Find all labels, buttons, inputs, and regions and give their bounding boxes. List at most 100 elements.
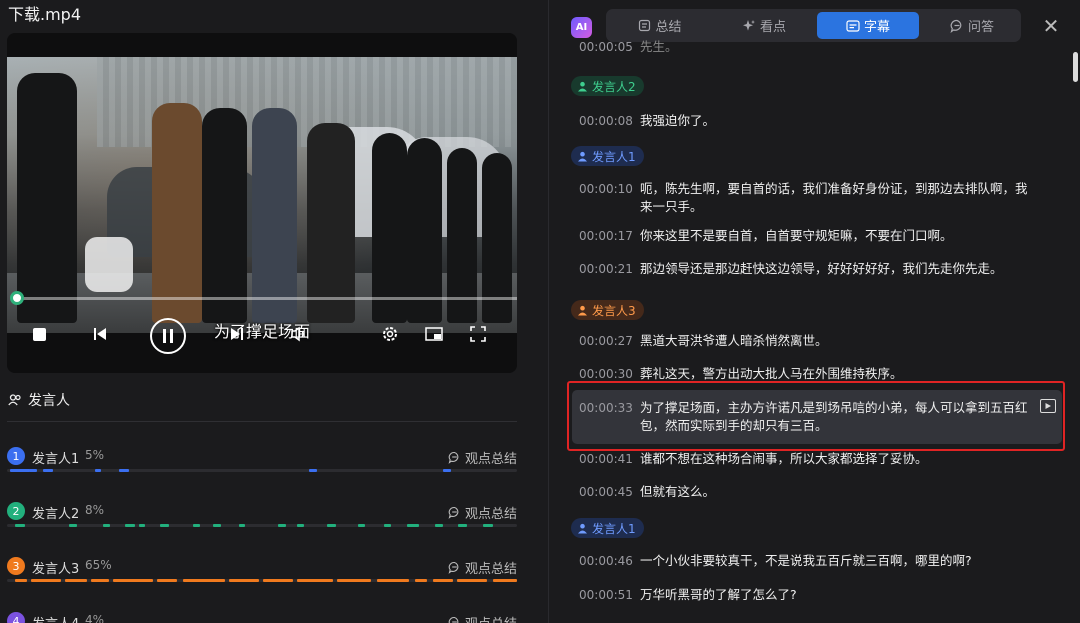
speaker-tag[interactable]: 发言人3: [571, 300, 644, 320]
tab-highlights[interactable]: 看点: [713, 12, 815, 39]
speaker-row[interactable]: 2 发言人2 8% 观点总结: [7, 502, 517, 542]
people-icon: [8, 394, 21, 406]
timeline-segment: [407, 524, 419, 527]
speaker-percentage: 8%: [85, 503, 105, 517]
skip-forward-icon: [231, 328, 243, 340]
line-timestamp: 00:00:30: [579, 367, 633, 381]
video-frame: [7, 57, 517, 333]
tab-qa-label: 问答: [967, 20, 994, 35]
timeline-segment: [31, 579, 61, 582]
speaker-row[interactable]: 4 发言人4 4% 观点总结: [7, 612, 517, 623]
speaker-row[interactable]: 3 发言人3 65% 观点总结: [7, 557, 517, 597]
speaker-number-badge: 1: [7, 447, 25, 465]
timeline-segment: [384, 524, 391, 527]
timeline-segment: [29, 469, 37, 472]
volume-button[interactable]: [288, 323, 310, 345]
divider: [7, 421, 517, 422]
speakers-heading: 发言人: [8, 390, 70, 410]
speaker-tag[interactable]: 发言人1: [571, 146, 644, 166]
line-text: 万华听黑哥的了解了怎么了?: [640, 587, 797, 602]
speaker-row[interactable]: 1 发言人1 5% 观点总结: [7, 447, 517, 487]
line-text: 你来这里不是要自首，自首要守规矩嘛，不要在门口啊。: [640, 228, 953, 243]
progress-handle[interactable]: [10, 291, 24, 305]
chat-icon: [448, 506, 459, 519]
next-button[interactable]: [226, 323, 248, 345]
play-sentence-button[interactable]: [1040, 399, 1056, 413]
speaker-number-badge: 4: [7, 612, 25, 623]
close-button[interactable]: ✕: [1041, 14, 1061, 38]
picture-in-picture-icon: [425, 327, 443, 341]
timeline-segment: [119, 469, 129, 472]
speaker-timeline: [7, 524, 517, 527]
timeline-segment: [297, 524, 304, 527]
timeline-segment: [113, 579, 153, 582]
speaker-number-badge: 2: [7, 502, 25, 520]
tab-subtitles-label: 字幕: [863, 20, 890, 35]
right-pane: AI 总结 看点 字幕 问答 ✕ 00:00:05 先生。 发言人2 00:00:…: [548, 0, 1080, 623]
pause-icon: [163, 329, 173, 343]
tab-summary[interactable]: 总结: [609, 12, 711, 39]
timeline-segment: [91, 579, 109, 582]
prev-button[interactable]: [89, 323, 111, 345]
ai-logo: AI: [571, 17, 592, 38]
timeline-segment: [278, 524, 286, 527]
viewpoint-summary-button[interactable]: 观点总结: [448, 613, 517, 623]
timeline-segment: [297, 579, 333, 582]
line-text: 谁都不想在这种场合闹事，所以大家都选择了妥协。: [640, 451, 928, 466]
stop-button[interactable]: [28, 323, 50, 345]
timeline-segment: [103, 524, 110, 527]
viewpoint-summary-button[interactable]: 观点总结: [448, 448, 517, 467]
line-timestamp: 00:00:51: [579, 588, 633, 602]
timeline-segment: [229, 579, 259, 582]
timeline-segment: [433, 579, 453, 582]
viewpoint-summary-button[interactable]: 观点总结: [448, 503, 517, 522]
speaker-timeline: [7, 579, 517, 582]
tab-qa[interactable]: 问答: [921, 12, 1023, 39]
speaker-tag[interactable]: 发言人1: [571, 518, 644, 538]
scrollbar-thumb[interactable]: [1073, 52, 1078, 82]
timeline-segment: [239, 524, 245, 527]
speaker-tag[interactable]: 发言人2: [571, 76, 644, 96]
gear-icon: [383, 327, 397, 341]
fullscreen-button[interactable]: [467, 323, 489, 345]
timeline-segment: [458, 524, 467, 527]
viewpoint-summary-label: 观点总结: [464, 452, 517, 467]
line-timestamp: 00:00:27: [579, 334, 633, 348]
timeline-segment: [358, 524, 365, 527]
timeline-segment: [95, 469, 101, 472]
skip-back-icon: [94, 328, 106, 340]
settings-button[interactable]: [379, 323, 401, 345]
pause-button[interactable]: [150, 318, 186, 354]
line-timestamp: 00:00:05: [579, 40, 633, 54]
tab-subtitles[interactable]: 字幕: [817, 12, 919, 39]
viewpoint-summary-button[interactable]: 观点总结: [448, 558, 517, 577]
line-timestamp: 00:00:46: [579, 554, 633, 568]
timeline-segment: [327, 524, 336, 527]
progress-bar[interactable]: [17, 297, 517, 300]
speaker-name: 发言人3: [32, 562, 80, 577]
speaker-tag-label: 发言人1: [592, 149, 636, 164]
line-timestamp: 00:00:08: [579, 114, 633, 128]
video-player[interactable]: 为了撑足场面: [7, 33, 517, 373]
timeline-segment: [213, 524, 221, 527]
left-pane: 下载.mp4 为了撑足场面 发言人 1 发言人1 5% 观点总结 2 发言人2 …: [0, 0, 548, 623]
line-text: 呃，陈先生啊，要自首的话，我们准备好身份证，到那边去排队啊，我来一只手。: [640, 181, 1028, 214]
line-text: 为了撑足场面，主办方许诺凡是到场吊唁的小弟，每人可以拿到五百红包，然而实际到手的…: [640, 400, 1028, 433]
transcript-list[interactable]: 00:00:05 先生。 发言人2 00:00:08 我强迫你了。 发言人1 00:00…: [549, 38, 1069, 623]
line-timestamp: 00:00:33: [579, 401, 633, 415]
speaker-number-badge: 3: [7, 557, 25, 575]
pip-button[interactable]: [423, 323, 445, 345]
line-text: 我强迫你了。: [640, 113, 716, 128]
speaker-name: 发言人2: [32, 507, 80, 522]
chat-icon: [950, 19, 962, 33]
speakers-heading-label: 发言人: [28, 393, 70, 409]
timeline-segment: [65, 579, 87, 582]
timeline-segment: [309, 469, 317, 472]
speaker-name: 发言人1: [32, 452, 80, 467]
person-icon: [578, 305, 587, 315]
line-text: 一个小伙非要较真干，不是说我五百斤就三百啊，哪里的啊?: [640, 553, 972, 568]
fullscreen-icon: [470, 326, 486, 342]
speaker-tag-label: 发言人1: [592, 521, 636, 536]
timeline-segment: [415, 579, 427, 582]
line-timestamp: 00:00:21: [579, 262, 633, 276]
